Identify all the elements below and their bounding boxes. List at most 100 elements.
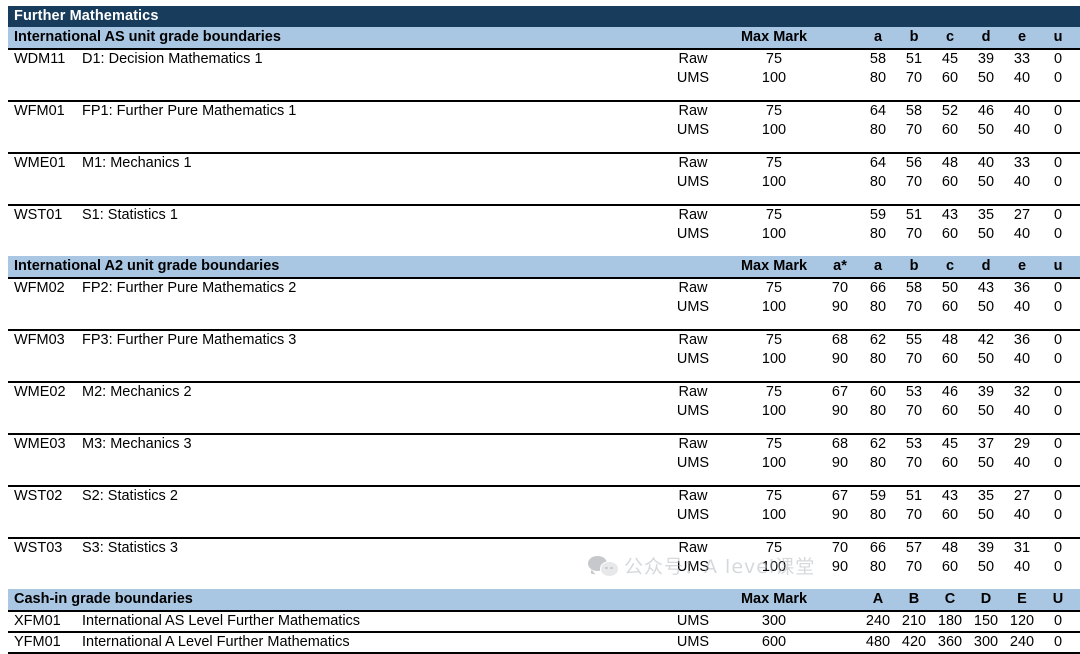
table-row: WFM01 FP1: Further Pure Mathematics 1 Raw 7… xyxy=(8,100,1080,121)
row-spacer xyxy=(8,525,1080,538)
unit-code-continuation xyxy=(8,350,80,369)
table-row: UMS 100 80 70 60 50 40 0 xyxy=(8,69,1080,88)
section-heading: Cash-in grade boundaries xyxy=(8,589,658,612)
astar-value-empty xyxy=(820,152,860,173)
unit-code-continuation xyxy=(8,454,80,473)
table-row: WST03 S3: Statistics 3 Raw 75 70 66 57 48 39 31 0 xyxy=(8,537,1080,558)
grade-value-d: 40 xyxy=(968,152,1004,173)
grade-value-astar: 67 xyxy=(820,485,860,506)
grade-value-b: 53 xyxy=(896,433,932,454)
grade-column-header-c: c xyxy=(932,27,968,50)
grade-column-header-a: a xyxy=(860,27,896,50)
table-row: WST01 S1: Statistics 1 Raw 75 59 51 43 35 27 0 xyxy=(8,204,1080,225)
unit-code: WME03 xyxy=(8,433,80,454)
row-end-pad xyxy=(1076,402,1080,421)
grade-value-astar: 90 xyxy=(831,559,849,575)
grade-value-a: 59 xyxy=(860,485,896,506)
table-row: WME01 M1: Mechanics 1 Raw 75 64 56 48 40 33 0 xyxy=(8,152,1080,173)
grade-value-b: 58 xyxy=(896,277,932,298)
table-row: WST02 S2: Statistics 2 Raw 75 67 59 51 43 35 27 0 xyxy=(8,485,1080,506)
row-spacer xyxy=(8,244,1080,256)
grade-value-e: 27 xyxy=(1004,485,1040,506)
grade-value-c: 48 xyxy=(932,329,968,350)
grade-value-u: 0 xyxy=(1053,51,1063,67)
grade-column-header-u: u xyxy=(1040,256,1076,279)
mark-type: Raw xyxy=(658,381,728,402)
grade-value-u: 0 xyxy=(1053,174,1063,190)
unit-code: WDM11 xyxy=(14,51,66,67)
max-mark-value: 75 xyxy=(728,100,820,121)
grade-value-a: 62 xyxy=(860,329,896,350)
row-end-pad xyxy=(1076,298,1080,317)
grade-value-u: 0 xyxy=(1053,122,1063,138)
grade-column-header-A: A xyxy=(860,589,896,612)
unit-name-continuation xyxy=(80,69,658,88)
grade-value-a: 59 xyxy=(860,204,896,225)
grade-column-header-e: e xyxy=(1004,256,1040,279)
mark-type: Raw xyxy=(658,485,728,506)
unit-name-continuation xyxy=(80,173,658,192)
grade-value-c: 60 xyxy=(941,351,959,367)
grade-value-c: 46 xyxy=(932,381,968,402)
grade-value-E: 120 xyxy=(1004,610,1040,632)
grade-value-e: 40 xyxy=(1013,455,1031,471)
grade-value-astar: 70 xyxy=(820,277,860,298)
unit-code: WST03 xyxy=(8,537,80,558)
grade-value-e: 31 xyxy=(1004,537,1040,558)
grade-value-u: 0 xyxy=(1040,204,1076,225)
table-row: WFM02 FP2: Further Pure Mathematics 2 Raw 7… xyxy=(8,277,1080,298)
mark-type: Raw xyxy=(678,51,708,67)
grade-value-astar: 90 xyxy=(831,351,849,367)
grade-value-D: 300 xyxy=(968,631,1004,653)
grade-value-d: 50 xyxy=(977,299,995,315)
table-row: UMS 100 80 70 60 50 40 0 xyxy=(8,225,1080,244)
unit-code: WFM03 xyxy=(8,329,80,350)
grade-value-U: 0 xyxy=(1040,610,1076,632)
table-row: UMS 100 90 80 70 60 50 40 0 xyxy=(8,350,1080,369)
grade-value-e: 32 xyxy=(1004,381,1040,402)
unit-name: M3: Mechanics 3 xyxy=(80,433,658,454)
unit-name: D1: Decision Mathematics 1 xyxy=(82,51,263,67)
row-end-pad xyxy=(1076,152,1080,173)
page-title: Further Mathematics xyxy=(8,6,1080,27)
row-end-pad xyxy=(1076,433,1080,454)
grade-value-a: 80 xyxy=(869,351,887,367)
row-spacer xyxy=(8,88,1080,101)
unit-name-continuation xyxy=(80,454,658,473)
mark-type: UMS xyxy=(676,122,710,138)
grade-value-a: 80 xyxy=(869,403,887,419)
grade-value-c: 50 xyxy=(932,277,968,298)
unit-code: WME01 xyxy=(8,152,80,173)
table-row: YFM01 International A Level Further Mathe… xyxy=(8,631,1080,653)
row-spacer xyxy=(8,577,1080,589)
row-end-pad xyxy=(1076,454,1080,473)
grade-value-b: 70 xyxy=(905,226,923,242)
row-end-pad xyxy=(1076,204,1080,225)
unit-name: M2: Mechanics 2 xyxy=(80,381,658,402)
mark-type: Raw xyxy=(658,329,728,350)
grade-value-b: 53 xyxy=(896,381,932,402)
grade-value-c: 60 xyxy=(941,559,959,575)
max-mark-header: Max Mark xyxy=(728,589,820,612)
grade-value-c: 45 xyxy=(941,51,959,67)
section-header-spacer xyxy=(658,589,728,612)
astar-value-empty xyxy=(820,49,860,69)
grade-column-header-D: D xyxy=(968,589,1004,612)
grade-value-b: 70 xyxy=(905,299,923,315)
grade-value-u: 0 xyxy=(1053,299,1063,315)
unit-code-continuation xyxy=(8,225,80,244)
mark-type: UMS xyxy=(676,455,710,471)
grade-value-b: 55 xyxy=(896,329,932,350)
row-end-pad xyxy=(1076,537,1080,558)
unit-code-continuation xyxy=(8,402,80,421)
grade-column-header-b: b xyxy=(896,256,932,279)
section-header-spacer xyxy=(658,256,728,279)
grade-value-u: 0 xyxy=(1053,226,1063,242)
unit-code: WFM01 xyxy=(8,100,80,121)
max-mark-value: 100 xyxy=(761,299,787,315)
unit-code: WFM02 xyxy=(8,277,80,298)
grade-value-B: 420 xyxy=(896,631,932,653)
grade-value-c: 60 xyxy=(941,122,959,138)
grade-value-B: 210 xyxy=(896,610,932,632)
max-mark-value: 75 xyxy=(728,537,820,558)
